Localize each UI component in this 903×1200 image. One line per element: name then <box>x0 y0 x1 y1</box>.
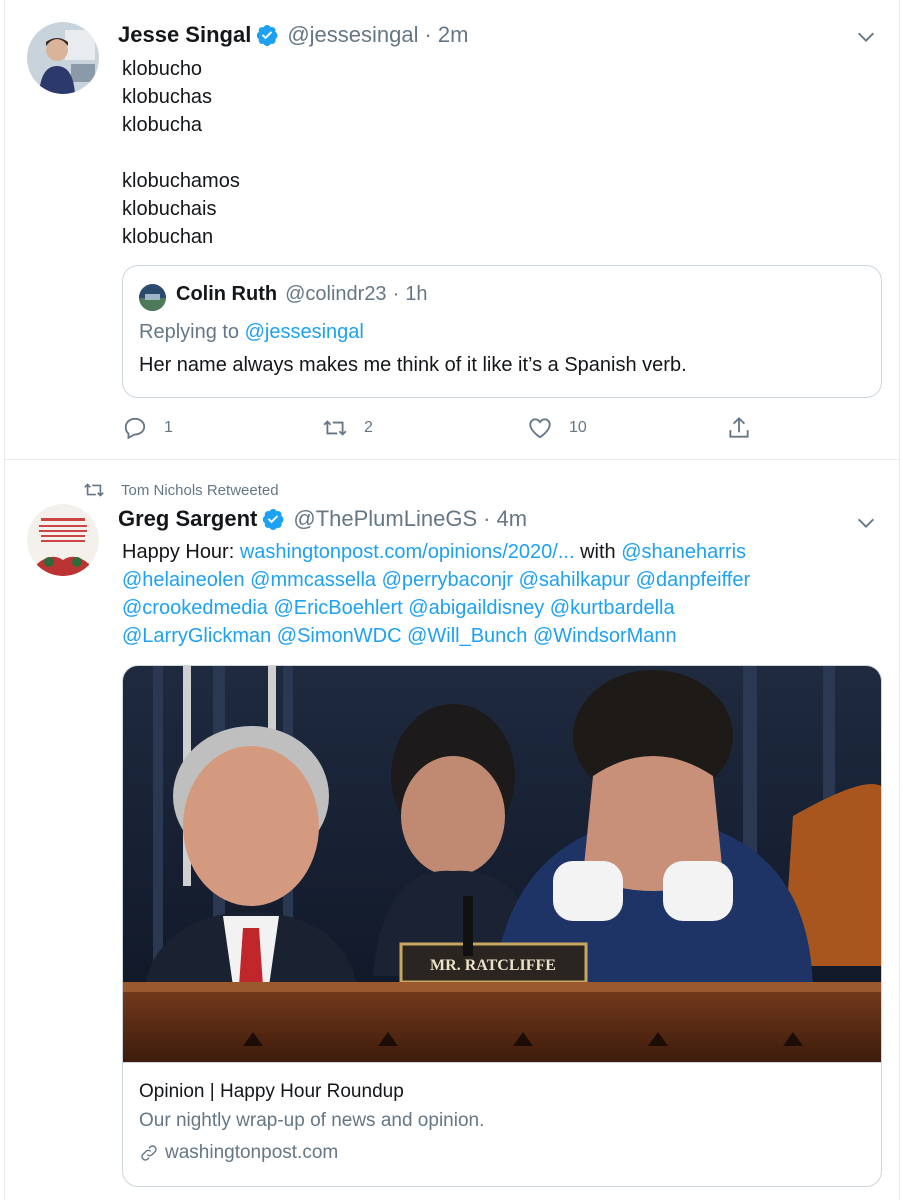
reply-count: 1 <box>164 419 173 436</box>
mention-links[interactable]: @crookedmedia @EricBoehlert @abigaildisn… <box>122 594 862 622</box>
tweet-text-line: klobucha <box>122 114 203 136</box>
tweet-text: Happy Hour: washingtonpost.com/opinions/… <box>122 538 862 650</box>
card-image: MR. RATCLIFFE <box>123 666 881 1062</box>
tweet-text-line: Happy Hour: washingtonpost.com/opinions/… <box>122 538 862 566</box>
mention-links[interactable]: @LarryGlickman @SimonWDC @Will_Bunch @Wi… <box>122 622 862 650</box>
tweet-jesse-singal[interactable]: Jesse Singal @jessesingal · 2m klobucho … <box>5 0 899 460</box>
separator-dot: · <box>424 22 432 47</box>
card-domain-text: washingtonpost.com <box>165 1142 339 1163</box>
share-button[interactable] <box>726 408 752 448</box>
like-count: 10 <box>569 419 587 436</box>
tweet-text-line: klobuchas <box>122 86 213 108</box>
retweet-count: 2 <box>364 419 373 436</box>
timeline: Jesse Singal @jessesingal · 2m klobucho … <box>4 0 900 1200</box>
quoted-author-name[interactable]: Colin Ruth <box>176 283 277 306</box>
caret-down-icon[interactable] <box>855 26 877 48</box>
replying-to-mention[interactable]: @jessesingal <box>245 321 364 343</box>
mention-link[interactable]: @shaneharris <box>621 541 746 563</box>
tweet-text-line: klobuchamos <box>122 170 240 192</box>
tweet-header: Jesse Singal @jessesingal · 2m <box>118 22 468 48</box>
nameplate-text: MR. RATCLIFFE <box>430 957 556 974</box>
share-icon <box>729 416 749 438</box>
article-link[interactable]: washingtonpost.com/opinions/2020/... <box>240 541 575 563</box>
mention-links[interactable]: @helaineolen @mmcassella @perrybaconjr @… <box>122 566 862 594</box>
caret-down-icon[interactable] <box>855 512 877 534</box>
quoted-tweet[interactable]: Colin Ruth @colindr23 · 1h Replying to @… <box>122 265 882 398</box>
quoted-text: Her name always makes me think of it lik… <box>139 354 687 376</box>
author-handle[interactable]: @jessesingal <box>287 22 418 48</box>
quoted-avatar[interactable] <box>139 284 166 311</box>
replying-to: Replying to @jessesingal <box>139 321 364 344</box>
tweet-actions: 1 2 10 <box>122 408 762 448</box>
retweet-icon <box>323 420 347 436</box>
tweet-text-line: klobucho <box>122 58 203 80</box>
tweet-text-line: klobuchais <box>122 198 217 220</box>
tweet-text-blank-line <box>122 139 240 167</box>
card-domain: washingtonpost.com <box>139 1142 338 1164</box>
timestamp[interactable]: 2m <box>438 22 469 48</box>
like-button[interactable]: 10 <box>527 408 587 448</box>
author-name[interactable]: Greg Sargent <box>118 506 257 532</box>
tweet-header: Greg Sargent @ThePlumLineGS · 4m <box>118 506 527 532</box>
quoted-timestamp[interactable]: 1h <box>405 283 427 306</box>
card-description: Our nightly wrap-up of news and opinion. <box>139 1110 485 1131</box>
replying-to-label: Replying to <box>139 321 245 343</box>
reply-button[interactable]: 1 <box>122 408 173 448</box>
author-handle[interactable]: @ThePlumLineGS <box>293 506 477 532</box>
separator-dot: · <box>483 506 491 531</box>
avatar[interactable] <box>27 22 99 94</box>
card-text: Opinion | Happy Hour Roundup Our nightly… <box>123 1062 881 1186</box>
tweet-text: klobucho klobuchas klobucha klobuchamos … <box>122 55 240 251</box>
card-title: Opinion | Happy Hour Roundup <box>139 1081 404 1102</box>
reply-icon <box>124 417 146 440</box>
retweet-button[interactable]: 2 <box>322 408 373 448</box>
link-card[interactable]: MR. RATCLIFFE Opinion | Happy Hour Round… <box>122 665 882 1187</box>
verified-badge-icon <box>257 25 278 46</box>
timestamp[interactable]: 4m <box>496 506 527 532</box>
avatar[interactable] <box>27 504 99 576</box>
author-name[interactable]: Jesse Singal <box>118 22 251 48</box>
link-icon <box>141 1145 157 1161</box>
verified-badge-icon <box>263 509 284 530</box>
quoted-author-handle[interactable]: @colindr23 <box>285 283 386 306</box>
tweet-text-line: klobuchan <box>122 226 214 248</box>
text-with: with <box>574 541 622 563</box>
quoted-header: Colin Ruth @colindr23 · 1h <box>176 283 427 306</box>
like-icon <box>529 418 551 439</box>
text-prefix: Happy Hour: <box>122 541 240 563</box>
separator-dot: · <box>392 283 400 305</box>
